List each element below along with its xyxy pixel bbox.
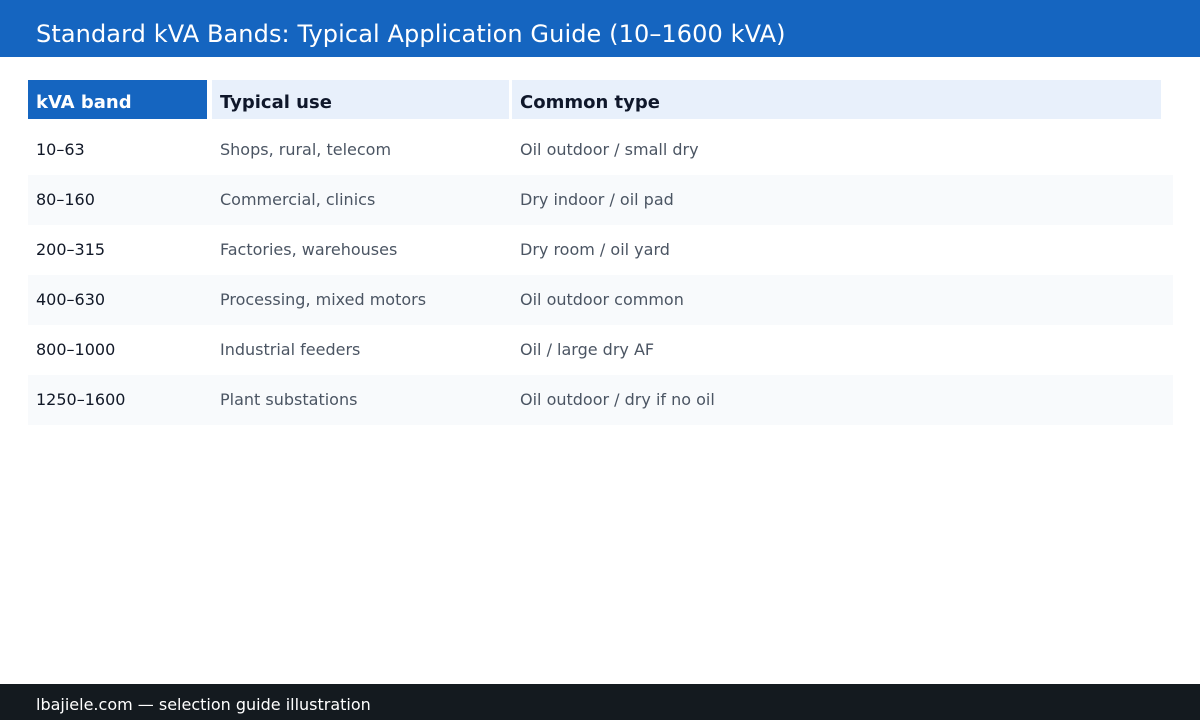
table-row: 400–630 Processing, mixed motors Oil out… (28, 275, 1173, 325)
table-header-row: kVA band Typical use Common type (28, 80, 1173, 119)
cell-kva-band: 200–315 (36, 240, 106, 259)
cell-common-type: Oil outdoor / dry if no oil (520, 390, 715, 409)
cell-kva-band: 800–1000 (36, 340, 116, 359)
cell-common-type: Oil outdoor / small dry (520, 140, 699, 159)
cell-common-type: Oil / large dry AF (520, 340, 655, 359)
table-row: 10–63 Shops, rural, telecom Oil outdoor … (28, 125, 1173, 175)
title-bar: Standard kVA Bands: Typical Application … (0, 0, 1200, 57)
cell-common-type: Dry indoor / oil pad (520, 190, 674, 209)
table-row: 200–315 Factories, warehouses Dry room /… (28, 225, 1173, 275)
cell-typical-use: Commercial, clinics (220, 190, 376, 209)
cell-kva-band: 1250–1600 (36, 390, 126, 409)
table-row: 800–1000 Industrial feeders Oil / large … (28, 325, 1173, 375)
cell-kva-band: 80–160 (36, 190, 95, 209)
footer-caption: lbajiele.com — selection guide illustrat… (36, 695, 371, 714)
column-header-kva-band: kVA band (28, 80, 207, 119)
cell-common-type: Dry room / oil yard (520, 240, 670, 259)
table-row: 80–160 Commercial, clinics Dry indoor / … (28, 175, 1173, 225)
kva-band-table: kVA band Typical use Common type 10–63 S… (28, 80, 1173, 425)
cell-typical-use: Plant substations (220, 390, 358, 409)
cell-typical-use: Industrial feeders (220, 340, 361, 359)
cell-kva-band: 400–630 (36, 290, 106, 309)
column-header-common-type: Common type (512, 80, 1161, 119)
table-row: 1250–1600 Plant substations Oil outdoor … (28, 375, 1173, 425)
cell-typical-use: Processing, mixed motors (220, 290, 427, 309)
cell-typical-use: Shops, rural, telecom (220, 140, 392, 159)
footer-bar: lbajiele.com — selection guide illustrat… (0, 684, 1200, 720)
table-body: 10–63 Shops, rural, telecom Oil outdoor … (28, 125, 1173, 425)
page-title: Standard kVA Bands: Typical Application … (36, 20, 786, 48)
column-header-typical-use: Typical use (212, 80, 509, 119)
cell-common-type: Oil outdoor common (520, 290, 684, 309)
cell-typical-use: Factories, warehouses (220, 240, 398, 259)
cell-kva-band: 10–63 (36, 140, 85, 159)
